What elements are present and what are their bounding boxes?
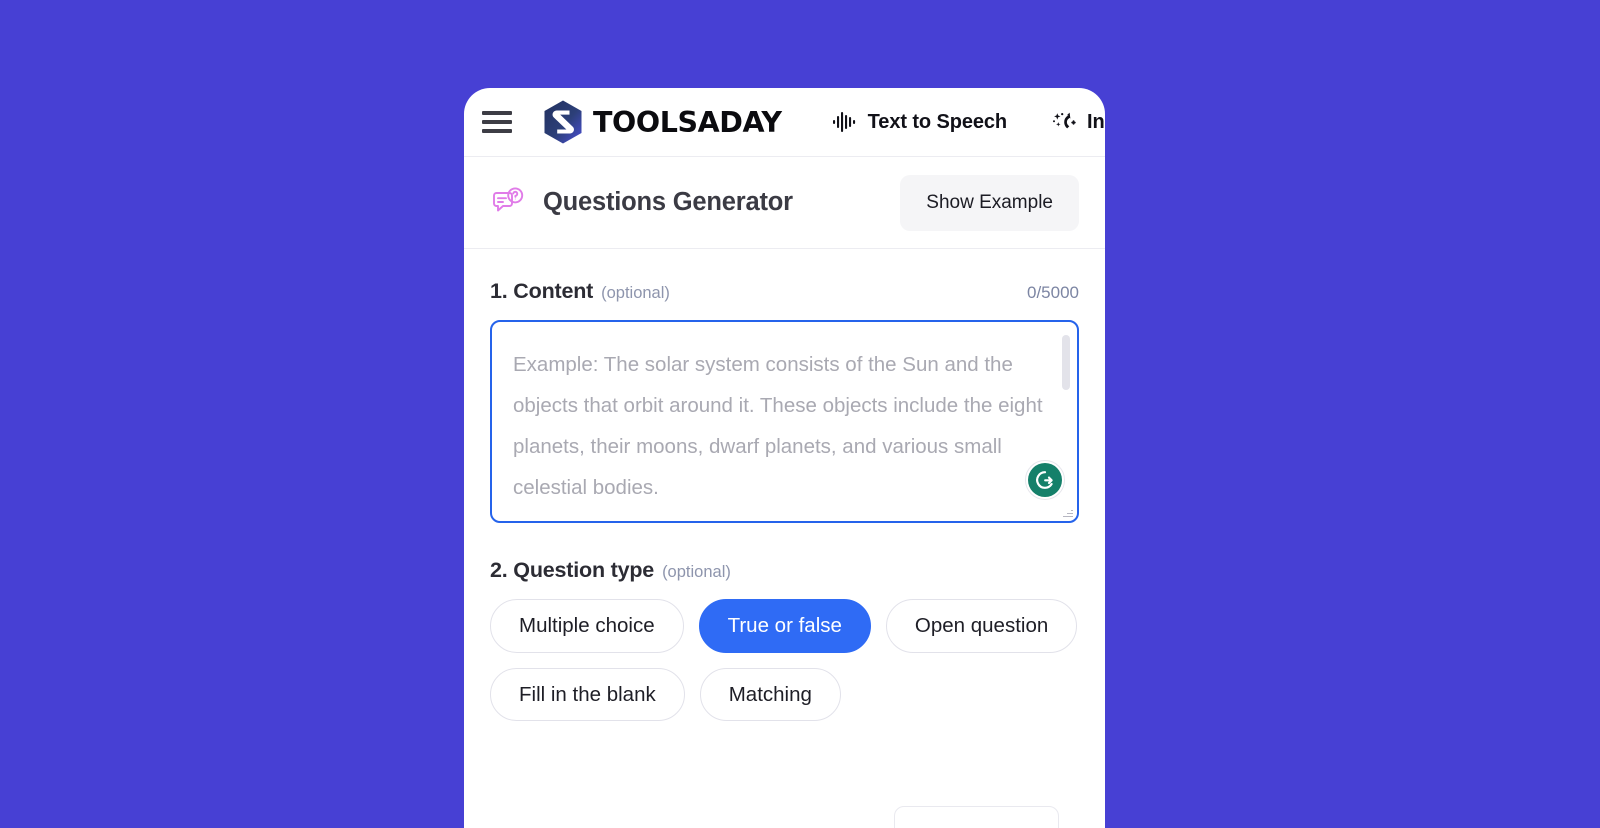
content-input[interactable] <box>492 322 1077 521</box>
question-speech-bubble-icon <box>493 186 524 211</box>
tool-header: Questions Generator Show Example <box>464 157 1105 249</box>
toolsaday-hexagon-logo-icon <box>544 100 582 144</box>
content-character-counter: 0/5000 <box>1027 283 1079 302</box>
tool-title-group: Questions Generator <box>490 185 793 221</box>
nav-link-image-generator[interactable]: In <box>1051 109 1105 135</box>
magic-sparkle-icon <box>1053 112 1076 129</box>
nav-link-label: Text to Speech <box>867 110 1008 133</box>
show-example-button[interactable]: Show Example <box>900 174 1079 231</box>
question-type-options: Multiple choice True or false Open quest… <box>490 599 1079 722</box>
content-field-label: 1. Content <box>490 279 594 303</box>
form-body: 1. Content (optional) 0/5000 Example: Th… <box>464 249 1105 722</box>
question-type-chip-true-or-false[interactable]: True or false <box>698 599 871 653</box>
brand-wordmark: TOOLSADAY <box>593 105 782 139</box>
nav-link-label: In <box>1087 110 1105 133</box>
grammarly-g-icon[interactable] <box>1025 460 1065 500</box>
audio-waveform-icon <box>832 112 855 132</box>
content-textarea-container <box>490 320 1079 523</box>
nav-link-text-to-speech[interactable]: Text to Speech <box>832 109 1007 135</box>
hamburger-bar <box>482 120 512 124</box>
question-type-field-label: 2. Question type <box>490 558 655 582</box>
textarea-resize-handle[interactable] <box>1062 507 1074 519</box>
question-type-section: 2. Question type (optional) Multiple cho… <box>490 558 1079 722</box>
hamburger-bar <box>482 129 512 133</box>
question-type-chip-multiple-choice[interactable]: Multiple choice <box>490 599 684 653</box>
question-type-chip-open-question[interactable]: Open question <box>885 599 1078 653</box>
top-navigation-bar: TOOLSADAY Text to Speech In <box>464 88 1105 157</box>
hamburger-bar <box>482 111 512 115</box>
page-title: Questions Generator <box>543 188 793 216</box>
grammarly-g-glyph <box>1036 471 1053 489</box>
app-card: TOOLSADAY Text to Speech In Questions Ge… <box>464 88 1105 828</box>
question-type-label-row: 2. Question type (optional) <box>490 558 1079 583</box>
question-type-chip-fill-in-the-blank[interactable]: Fill in the blank <box>490 667 685 722</box>
bottom-partial-control[interactable] <box>894 806 1059 828</box>
grammarly-dot <box>1028 463 1062 497</box>
brand-logo[interactable]: TOOLSADAY <box>543 100 782 144</box>
content-label-row: 1. Content (optional) 0/5000 <box>490 279 1079 304</box>
question-type-chip-matching[interactable]: Matching <box>699 667 841 722</box>
content-optional-tag: (optional) <box>601 284 670 302</box>
question-type-optional-tag: (optional) <box>662 563 731 581</box>
hamburger-menu-icon[interactable] <box>482 111 512 133</box>
